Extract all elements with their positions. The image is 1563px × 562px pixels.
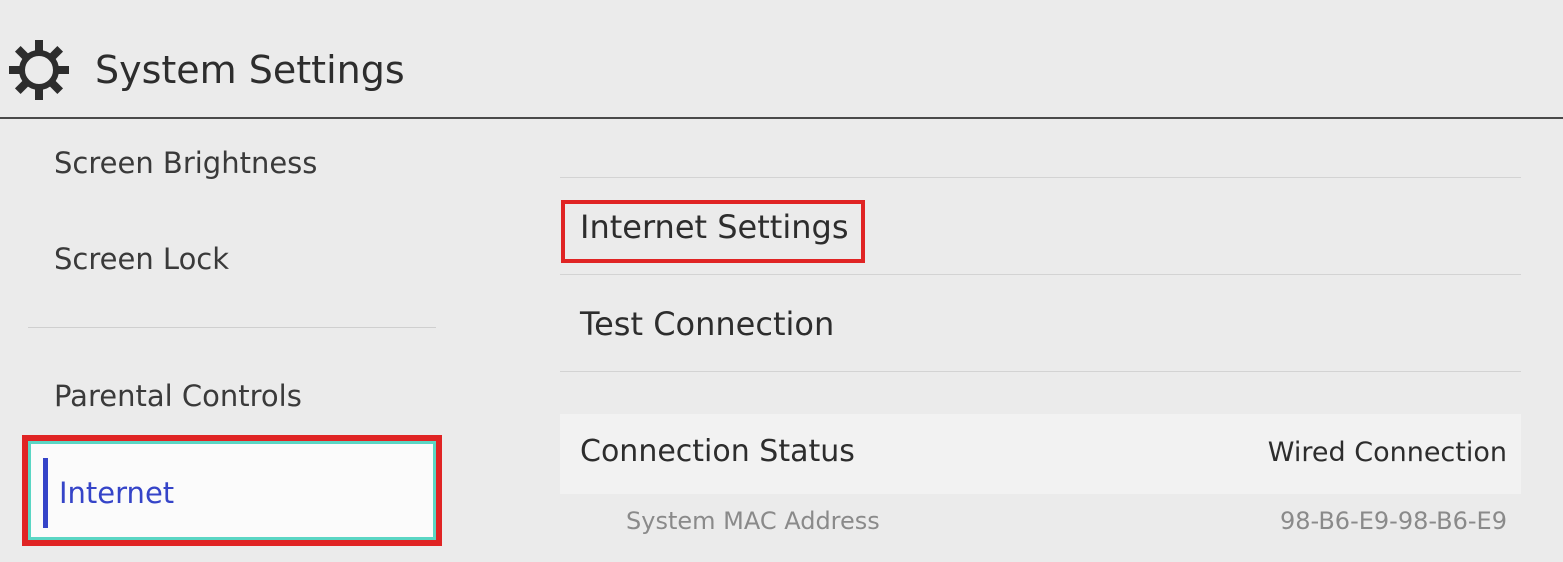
connection-status-row: Connection Status Wired Connection — [560, 414, 1521, 494]
header-bar: System Settings — [0, 0, 1563, 119]
sidebar-item-label: Internet — [59, 476, 175, 510]
internet-settings-item[interactable]: Internet Settings — [580, 205, 848, 249]
page-title: System Settings — [95, 48, 405, 92]
divider — [560, 371, 1521, 372]
connection-status-value: Wired Connection — [1267, 437, 1507, 468]
divider — [560, 177, 1521, 178]
connection-status-label: Connection Status — [580, 434, 855, 469]
mac-address-row: System MAC Address 98-B6-E9-98-B6-E9 — [560, 501, 1521, 551]
gear-icon — [9, 40, 69, 100]
main-panel: Internet Settings Test Connection Connec… — [478, 119, 1563, 562]
sidebar-item-screen-brightness[interactable]: Screen Brightness — [54, 143, 317, 183]
mac-address-value: 98-B6-E9-98-B6-E9 — [1279, 507, 1507, 535]
test-connection-item[interactable]: Test Connection — [580, 302, 834, 346]
sidebar-item-screen-lock[interactable]: Screen Lock — [54, 239, 229, 279]
sidebar: Screen Brightness Screen Lock Parental C… — [0, 119, 478, 562]
sidebar-item-parental-controls[interactable]: Parental Controls — [54, 376, 302, 416]
mac-address-label: System MAC Address — [626, 507, 880, 535]
sidebar-item-internet[interactable]: Internet — [22, 435, 442, 546]
selection-focus-frame: Internet — [28, 441, 436, 540]
sidebar-divider — [28, 327, 436, 328]
selection-indicator — [43, 458, 48, 528]
divider — [560, 274, 1521, 275]
